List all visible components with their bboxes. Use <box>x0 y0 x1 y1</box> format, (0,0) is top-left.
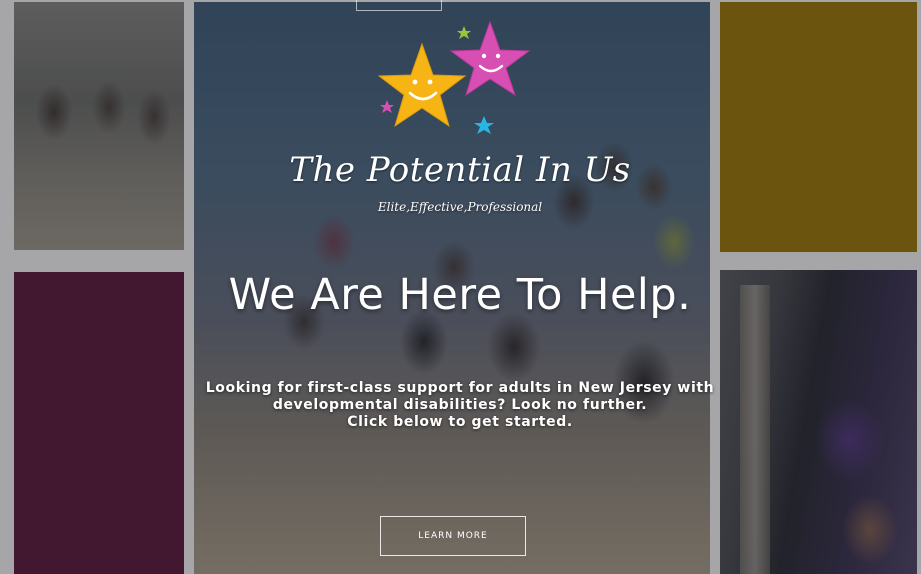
hero-subtext-line: Looking for first-class support for adul… <box>205 380 715 396</box>
hero-subtext-line: Click below to get started. <box>347 414 573 430</box>
learn-more-button[interactable]: LEARN MORE <box>380 516 526 556</box>
top-nav-tab[interactable] <box>356 0 442 11</box>
two-stars-logo-icon <box>377 20 531 134</box>
brand-name: The Potential In Us <box>289 150 631 190</box>
hero-subtext-line: developmental disabilities? Look no furt… <box>272 397 648 413</box>
hero-headline: We Are Here To Help. <box>228 270 692 320</box>
hero-section: The Potential In Us Elite,Effective,Prof… <box>0 0 921 574</box>
brand-tagline: Elite,Effective,Professional <box>377 200 543 214</box>
hero-subtext: Looking for first-class support for adul… <box>100 380 820 431</box>
